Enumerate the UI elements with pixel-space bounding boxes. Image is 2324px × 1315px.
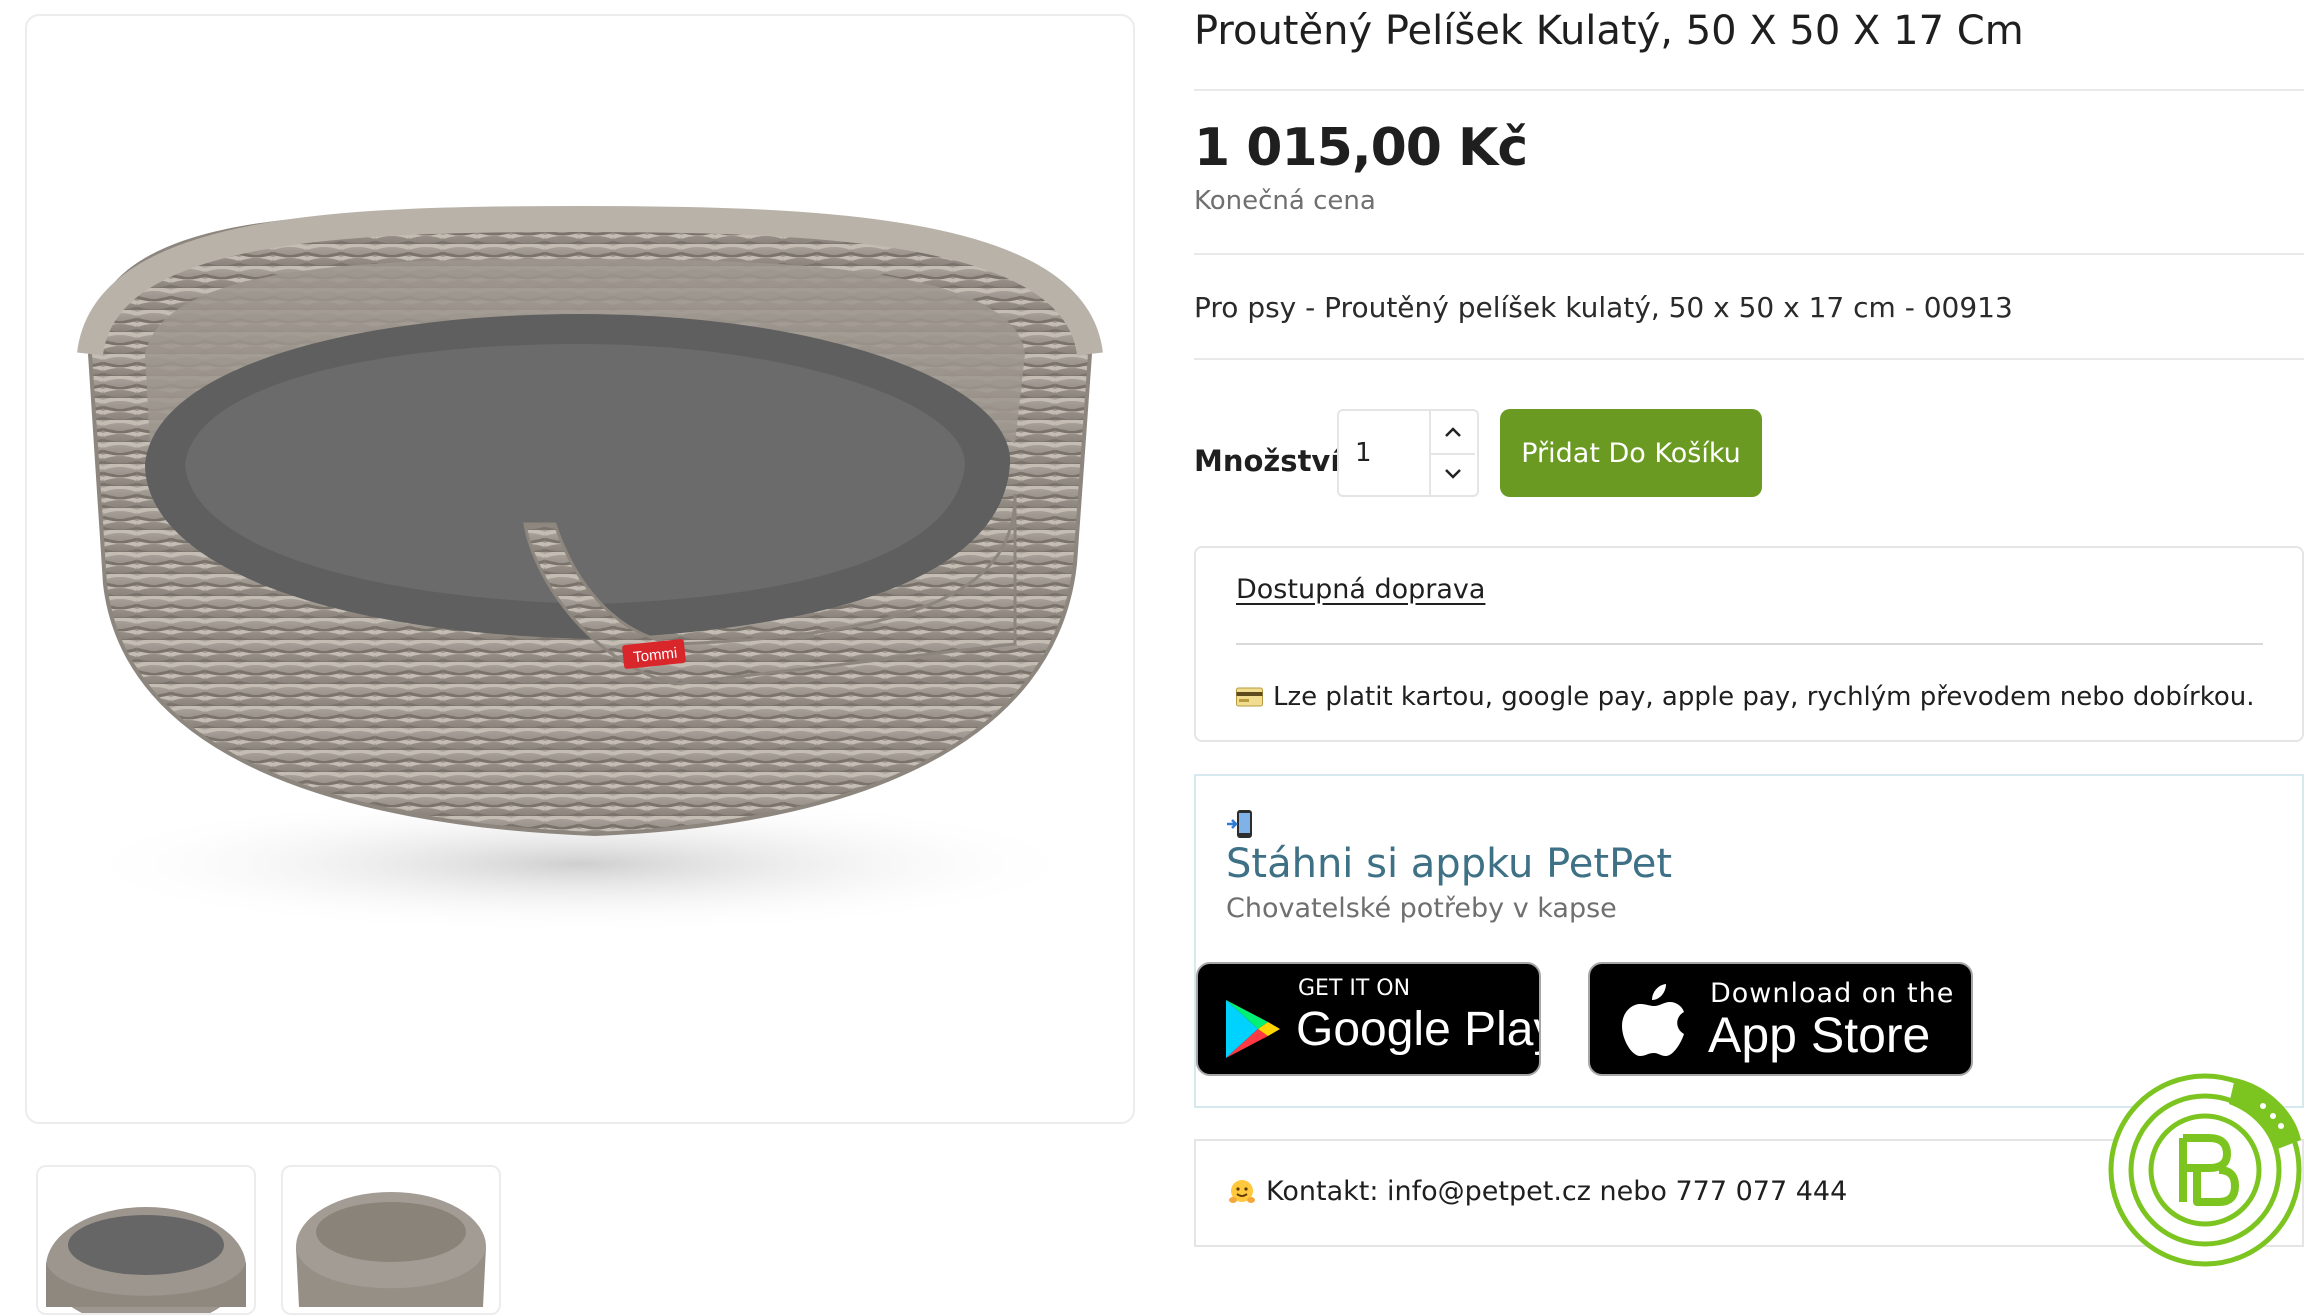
product-description: Pro psy - Proutěný pelíšek kulatý, 50 x …: [1194, 291, 2013, 324]
quantity-label: Množství: [1194, 444, 1341, 478]
contact-info: Kontakt: info@petpet.cz nebo 777 077 444: [1228, 1176, 1847, 1207]
thumbnail-basket-image: [46, 1207, 246, 1313]
app-promo-title: Stáhni si appku PetPet: [1226, 841, 1673, 887]
price-note: Konečná cena: [1194, 186, 1376, 216]
hugging-face-icon: [1229, 1179, 1255, 1203]
thumbnail-basket-image: [296, 1192, 486, 1307]
quantity-decrease-button[interactable]: [1431, 453, 1475, 495]
credit-card-icon: [1236, 687, 1263, 707]
google-play-small-text: GET IT ON: [1298, 976, 1411, 1001]
app-store-small-text: Download on the: [1710, 978, 1955, 1009]
add-to-cart-button[interactable]: Přidat Do Košíku: [1500, 409, 1762, 497]
divider: [1236, 643, 2263, 645]
google-play-icon: [1226, 1000, 1280, 1058]
shipping-link[interactable]: Dostupná doprava: [1236, 574, 1485, 605]
quantity-stepper: [1337, 409, 1479, 497]
google-play-big-text: Google Play: [1296, 1003, 1541, 1056]
payment-text: Lze platit kartou, google pay, apple pay…: [1273, 682, 2255, 712]
app-store-big-text: App Store: [1708, 1007, 1931, 1063]
app-promo-subtitle: Chovatelské potřeby v kapse: [1226, 893, 1617, 924]
app-store-badge[interactable]: Download on the App Store: [1588, 962, 1973, 1076]
product-main-image[interactable]: Tommi: [25, 14, 1135, 1124]
google-play-badge[interactable]: GET IT ON Google Play: [1196, 962, 1541, 1076]
divider: [1194, 89, 2304, 91]
quantity-increase-button[interactable]: [1431, 411, 1475, 455]
thumbnail-2[interactable]: [281, 1165, 501, 1315]
wicker-basket-image: Tommi: [60, 205, 1103, 934]
product-price: 1 015,00 Kč: [1194, 118, 1528, 178]
thumbnail-1[interactable]: [36, 1165, 256, 1315]
divider: [1194, 358, 2304, 360]
chevron-up-icon: [1445, 427, 1461, 437]
chevron-down-icon: [1445, 469, 1461, 479]
product-title: Proutěný Pelíšek Kulatý, 50 X 50 X 17 Cm: [1194, 8, 2024, 54]
divider: [1194, 253, 2304, 255]
contact-text: Kontakt: info@petpet.cz nebo 777 077 444: [1266, 1176, 1848, 1207]
quantity-step-buttons: [1429, 411, 1477, 495]
apple-icon: [1622, 984, 1684, 1056]
payment-info: Lze platit kartou, google pay, apple pay…: [1236, 682, 2255, 712]
petpet-logo[interactable]: [2105, 1070, 2305, 1270]
mobile-phone-arrow-icon: [1227, 810, 1252, 838]
quantity-input[interactable]: [1339, 411, 1431, 495]
